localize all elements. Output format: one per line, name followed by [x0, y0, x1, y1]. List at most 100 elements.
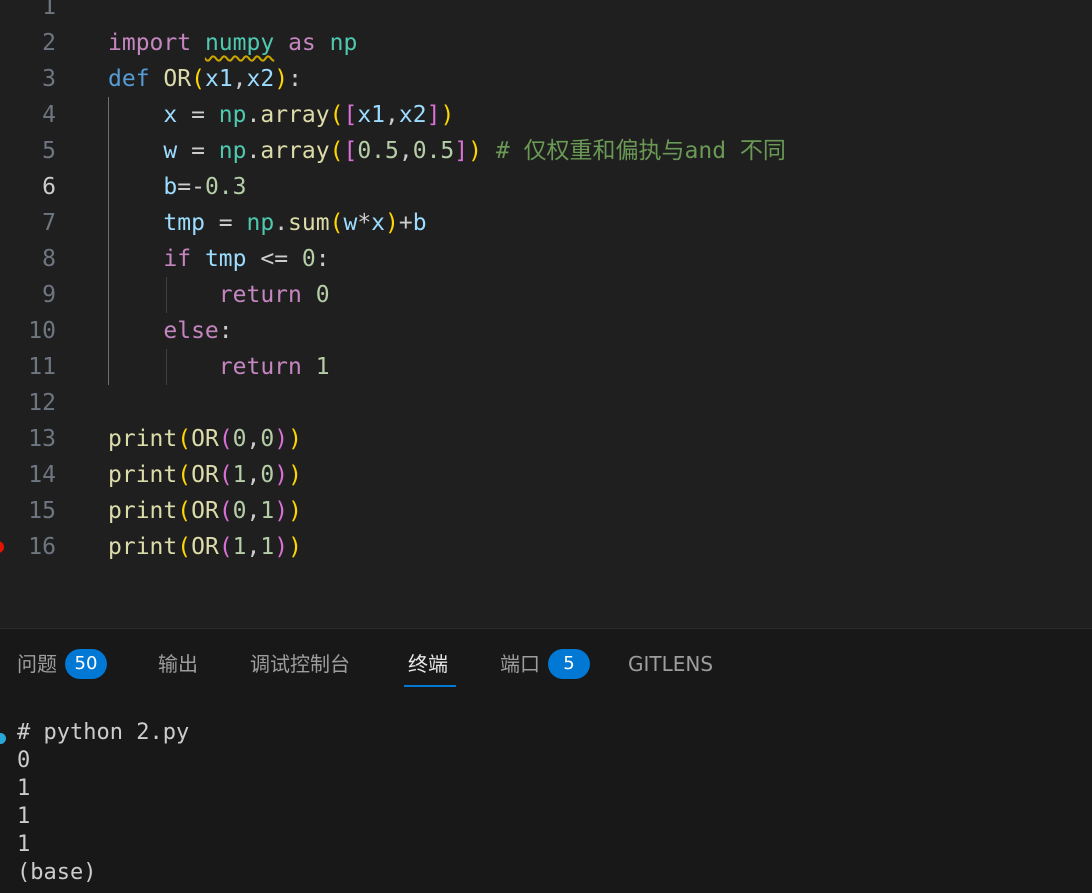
code-text: print(OR(0,1)): [108, 493, 302, 529]
code-line[interactable]: 8 if tmp <= 0:: [0, 241, 1092, 277]
code-line[interactable]: 10 else:: [0, 313, 1092, 349]
indent-guide: [108, 97, 109, 385]
code-line[interactable]: 14 print(OR(1,0)): [0, 457, 1092, 493]
line-number[interactable]: 12: [0, 385, 56, 421]
line-number[interactable]: 5: [0, 133, 56, 169]
code-token: ): [274, 498, 289, 524]
code-token: ,: [385, 102, 399, 128]
code-token: print: [108, 498, 178, 524]
code-line[interactable]: 1: [0, 0, 1092, 25]
code-token: w: [163, 138, 178, 164]
code-token: np: [246, 210, 275, 236]
tab-problems[interactable]: 问题 50: [17, 647, 107, 681]
code-line[interactable]: 3 def OR(x1,x2):: [0, 61, 1092, 97]
code-text: return 1: [108, 349, 330, 385]
warning-squiggle: numpy: [204, 30, 275, 56]
tab-gitlens[interactable]: GITLENS: [628, 647, 713, 681]
code-token: as: [288, 30, 316, 56]
line-number[interactable]: 4: [0, 97, 56, 133]
code-line[interactable]: 11 return 1: [0, 349, 1092, 385]
code-token: (: [191, 66, 205, 92]
code-token: (: [218, 498, 233, 524]
code-token: x1: [204, 66, 233, 92]
code-token: ,: [398, 138, 413, 164]
code-editor[interactable]: 1 2 import numpy as np 3 def OR(x1,x2): 4 x =…: [0, 0, 1092, 628]
terminal-line: 0: [17, 748, 31, 773]
tab-problems-label: 问题: [17, 652, 57, 676]
code-line[interactable]: 4 x = np.array([x1,x2]): [0, 97, 1092, 133]
tab-terminal[interactable]: 终端: [408, 647, 448, 681]
code-token: ]: [426, 102, 441, 128]
line-number[interactable]: 14: [0, 457, 56, 493]
code-token: print: [108, 534, 178, 560]
terminal-line: 1: [17, 776, 31, 801]
code-line[interactable]: 2 import numpy as np: [0, 25, 1092, 61]
line-number[interactable]: 1: [0, 0, 56, 25]
code-token: 0: [315, 282, 330, 308]
code-line[interactable]: 16 print(OR(1,1)): [0, 529, 1092, 565]
line-number[interactable]: 10: [0, 313, 56, 349]
line-number[interactable]: 9: [0, 277, 56, 313]
code-token: ,: [232, 66, 247, 92]
code-text: print(OR(0,0)): [108, 421, 302, 457]
line-number[interactable]: 6: [0, 169, 56, 205]
line-number[interactable]: 16: [0, 529, 56, 565]
code-token: ,: [246, 534, 261, 560]
command-decoration-icon[interactable]: [0, 733, 6, 744]
code-token: :: [218, 318, 233, 344]
code-token: np: [218, 102, 247, 128]
code-token: x2: [246, 66, 275, 92]
code-token: 0.5: [412, 138, 455, 164]
line-number[interactable]: 11: [0, 349, 56, 385]
code-text: print(OR(1,0)): [108, 457, 302, 493]
code-token: ): [385, 210, 399, 236]
code-token: x1: [357, 102, 386, 128]
code-token: ): [274, 534, 289, 560]
code-line[interactable]: 6 b=-0.3: [0, 169, 1092, 205]
code-line[interactable]: 5 w = np.array([0.5,0.5]) # 仅权重和偏执与and 不…: [0, 133, 1092, 169]
panel-tab-bar: 问题 50 输出 调试控制台 终端 端口 5 GITLENS: [0, 629, 1092, 701]
code-token: .: [246, 138, 261, 164]
code-line[interactable]: 7 tmp = np.sum(w*x)+b: [0, 205, 1092, 241]
code-token: OR: [191, 498, 219, 524]
code-token: (: [177, 462, 192, 488]
code-token: 0: [260, 426, 275, 452]
tab-output[interactable]: 输出: [158, 647, 198, 681]
line-number[interactable]: 15: [0, 493, 56, 529]
tab-ports[interactable]: 端口 5: [500, 647, 590, 681]
code-token: =: [177, 102, 219, 128]
code-token: b: [412, 210, 427, 236]
code-line[interactable]: 15 print(OR(0,1)): [0, 493, 1092, 529]
code-token: 0: [260, 462, 275, 488]
code-text: tmp = np.sum(w*x)+b: [108, 205, 427, 241]
code-token: (: [177, 534, 192, 560]
tab-output-label: 输出: [158, 652, 198, 676]
line-number[interactable]: 13: [0, 421, 56, 457]
code-line[interactable]: 9 return 0: [0, 277, 1092, 313]
code-token: # 仅权重和偏执与and 不同: [482, 138, 786, 164]
code-token: 0: [232, 426, 247, 452]
line-number[interactable]: 2: [0, 25, 56, 61]
line-number[interactable]: 7: [0, 205, 56, 241]
code-token: 1: [260, 534, 275, 560]
code-line[interactable]: 12: [0, 385, 1092, 421]
terminal-line: 1: [17, 804, 31, 829]
line-number[interactable]: 8: [0, 241, 56, 277]
code-token: print: [108, 462, 178, 488]
code-token: x: [163, 102, 178, 128]
tab-debug-console[interactable]: 调试控制台: [250, 647, 350, 681]
code-line[interactable]: 13 print(OR(0,0)): [0, 421, 1092, 457]
code-token: tmp: [204, 246, 247, 272]
code-text: print(OR(1,1)): [108, 529, 302, 565]
tab-debug-console-label: 调试控制台: [250, 652, 350, 676]
code-token: ): [288, 498, 302, 524]
code-token: 0.5: [357, 138, 399, 164]
code-token: else: [163, 318, 219, 344]
line-number[interactable]: 3: [0, 61, 56, 97]
